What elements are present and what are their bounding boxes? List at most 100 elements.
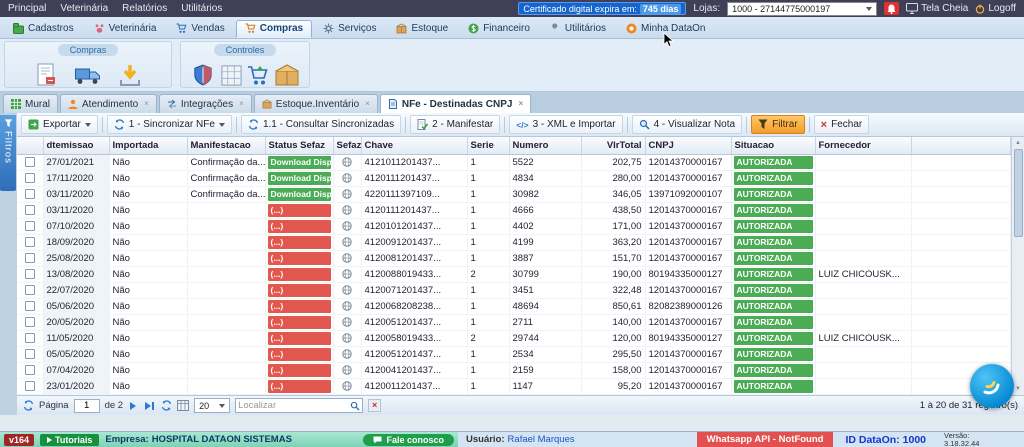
ribbon-tab-veterinaria[interactable]: Veterinária: [85, 20, 166, 38]
notifications-button[interactable]: [884, 2, 899, 15]
table-row[interactable]: 03/11/2020 Não (...) 4120111201437... 1 …: [17, 202, 1011, 218]
menu-relatorios[interactable]: Relatórios: [122, 3, 167, 14]
table-row[interactable]: 18/09/2020 Não (...) 4120091201437... 1 …: [17, 234, 1011, 250]
scroll-up-icon[interactable]: ▲: [1015, 137, 1021, 149]
exportar-button[interactable]: Exportar: [21, 115, 98, 134]
last-page-button[interactable]: [143, 402, 156, 410]
support-chat-button[interactable]: [970, 364, 1014, 408]
table-row[interactable]: 03/11/2020 Não Confirmação da... Downloa…: [17, 186, 1011, 202]
menu-principal[interactable]: Principal: [8, 3, 46, 14]
filtrar-button[interactable]: Filtrar: [751, 115, 805, 134]
table-row[interactable]: 13/08/2020 Não (...) 4120088019433... 2 …: [17, 266, 1011, 282]
header-chave[interactable]: Chave: [361, 137, 467, 154]
tab-nfe-destinadas-cnpj[interactable]: NFe - Destinadas CNPJ ×: [380, 94, 531, 113]
ribbon-tab-financeiro[interactable]: Financeiro: [459, 20, 539, 38]
ribbon-tab-servicos[interactable]: Serviços: [314, 20, 385, 38]
menu-utilitarios[interactable]: Utilitários: [181, 3, 222, 14]
ribbon-tab-estoque[interactable]: Estoque: [387, 20, 457, 38]
row-checkbox[interactable]: [25, 381, 35, 391]
grid-calculator-icon[interactable]: [217, 59, 245, 91]
fechar-button[interactable]: × Fechar: [814, 115, 870, 134]
xml-importar-button[interactable]: </> 3 - XML e Importar: [509, 115, 622, 134]
header-serie[interactable]: Serie: [467, 137, 509, 154]
ribbon-tab-utilitarios[interactable]: Utilitários: [541, 20, 615, 38]
header-manifestacao[interactable]: Manifestacao: [187, 137, 265, 154]
manifestar-button[interactable]: 2 - Manifestar: [410, 115, 500, 134]
row-checkbox[interactable]: [25, 173, 35, 183]
ribbon-tab-cadastros[interactable]: Cadastros: [4, 20, 83, 38]
table-row[interactable]: 27/01/2021 Não Confirmação da... Downloa…: [17, 154, 1011, 170]
nota-fiscal-icon[interactable]: [25, 59, 67, 91]
truck-icon[interactable]: [67, 59, 109, 91]
menu-veterinaria[interactable]: Veterinária: [60, 3, 108, 14]
table-row[interactable]: 17/11/2020 Não Confirmação da... Downloa…: [17, 170, 1011, 186]
tab-integracoes[interactable]: Integrações ×: [159, 94, 252, 113]
header-sefaz[interactable]: Sefaz: [333, 137, 361, 154]
table-row[interactable]: 20/05/2020 Não (...) 4120051201437... 1 …: [17, 314, 1011, 330]
row-checkbox[interactable]: [25, 333, 35, 343]
filtros-panel-tab[interactable]: Filtros: [0, 115, 16, 191]
tab-mural[interactable]: Mural: [3, 94, 58, 113]
header-importada[interactable]: Importada: [109, 137, 187, 154]
close-icon[interactable]: ×: [144, 100, 149, 108]
consultar-sincronizadas-button[interactable]: 1.1 - Consultar Sincronizadas: [241, 115, 401, 134]
vertical-scrollbar[interactable]: ▲ ▼: [1011, 137, 1024, 395]
header-numero[interactable]: Numero: [509, 137, 581, 154]
usuario-value[interactable]: Rafael Marques: [508, 434, 575, 445]
close-icon[interactable]: ×: [518, 100, 523, 108]
row-checkbox[interactable]: [25, 205, 35, 215]
table-row[interactable]: 25/08/2020 Não (...) 4120081201437... 1 …: [17, 250, 1011, 266]
refresh-icon[interactable]: [161, 400, 172, 411]
scrollbar-thumb[interactable]: [1014, 149, 1023, 237]
row-checkbox[interactable]: [25, 269, 35, 279]
tab-atendimento[interactable]: Atendimento ×: [60, 94, 157, 113]
row-checkbox[interactable]: [25, 349, 35, 359]
columns-icon[interactable]: [177, 400, 189, 411]
download-icon[interactable]: [109, 59, 151, 91]
page-number-input[interactable]: [74, 399, 100, 413]
row-checkbox[interactable]: [25, 253, 35, 263]
ribbon-tab-vendas[interactable]: Vendas: [167, 20, 233, 38]
table-row[interactable]: 23/01/2020 Não (...) 4120011201437... 1 …: [17, 378, 1011, 394]
row-checkbox[interactable]: [25, 237, 35, 247]
shield-icon[interactable]: [189, 59, 217, 91]
sincronizar-nfe-button[interactable]: 1 - Sincronizar NFe: [107, 115, 232, 134]
row-checkbox[interactable]: [25, 157, 35, 167]
refresh-icon[interactable]: [23, 400, 34, 411]
table-row[interactable]: 22/07/2020 Não (...) 4120071201437... 1 …: [17, 282, 1011, 298]
row-checkbox[interactable]: [25, 285, 35, 295]
shopping-cart-icon[interactable]: [245, 59, 273, 91]
visualizar-nota-button[interactable]: 4 - Visualizar Nota: [632, 115, 743, 134]
tela-cheia-button[interactable]: Tela Cheia: [906, 3, 968, 14]
table-row[interactable]: 05/06/2020 Não (...) 4120068208238... 1 …: [17, 298, 1011, 314]
row-checkbox[interactable]: [25, 221, 35, 231]
header-cnpj[interactable]: CNPJ: [645, 137, 731, 154]
row-checkbox[interactable]: [25, 317, 35, 327]
table-row[interactable]: 05/05/2020 Não (...) 4120051201437... 1 …: [17, 346, 1011, 362]
search-icon[interactable]: [350, 401, 360, 411]
table-row[interactable]: 11/05/2020 Não (...) 4120058019433... 2 …: [17, 330, 1011, 346]
close-icon[interactable]: ×: [239, 100, 244, 108]
header-fornecedor[interactable]: Fornecedor: [815, 137, 911, 154]
localizar-input[interactable]: [238, 400, 350, 411]
header-dtemissao[interactable]: dtemissao: [43, 137, 109, 154]
table-row[interactable]: 07/04/2020 Não (...) 4120041201437... 1 …: [17, 362, 1011, 378]
header-status-sefaz[interactable]: Status Sefaz: [265, 137, 333, 154]
scroll-down-icon[interactable]: ▼: [1015, 383, 1021, 395]
header-vlrtotal[interactable]: VlrTotal: [581, 137, 645, 154]
package-icon[interactable]: [273, 59, 301, 91]
tab-estoque-inventario[interactable]: Estoque.Inventário ×: [254, 94, 378, 113]
clear-search-button[interactable]: ×: [368, 399, 381, 412]
row-checkbox[interactable]: [25, 189, 35, 199]
row-checkbox[interactable]: [25, 365, 35, 375]
lojas-select[interactable]: 1000 - 27144775000197: [727, 2, 877, 16]
tutoriais-button[interactable]: Tutoriais: [40, 434, 99, 446]
table-row[interactable]: 07/10/2020 Não (...) 4120101201437... 1 …: [17, 218, 1011, 234]
header-situacao[interactable]: Situacao: [731, 137, 815, 154]
ribbon-tab-compras[interactable]: Compras: [236, 20, 312, 38]
fale-conosco-button[interactable]: Fale conosco: [363, 434, 454, 446]
row-checkbox[interactable]: [25, 301, 35, 311]
page-size-select[interactable]: 20: [194, 398, 230, 413]
logoff-button[interactable]: Logoff: [975, 3, 1016, 14]
close-icon[interactable]: ×: [365, 100, 370, 108]
